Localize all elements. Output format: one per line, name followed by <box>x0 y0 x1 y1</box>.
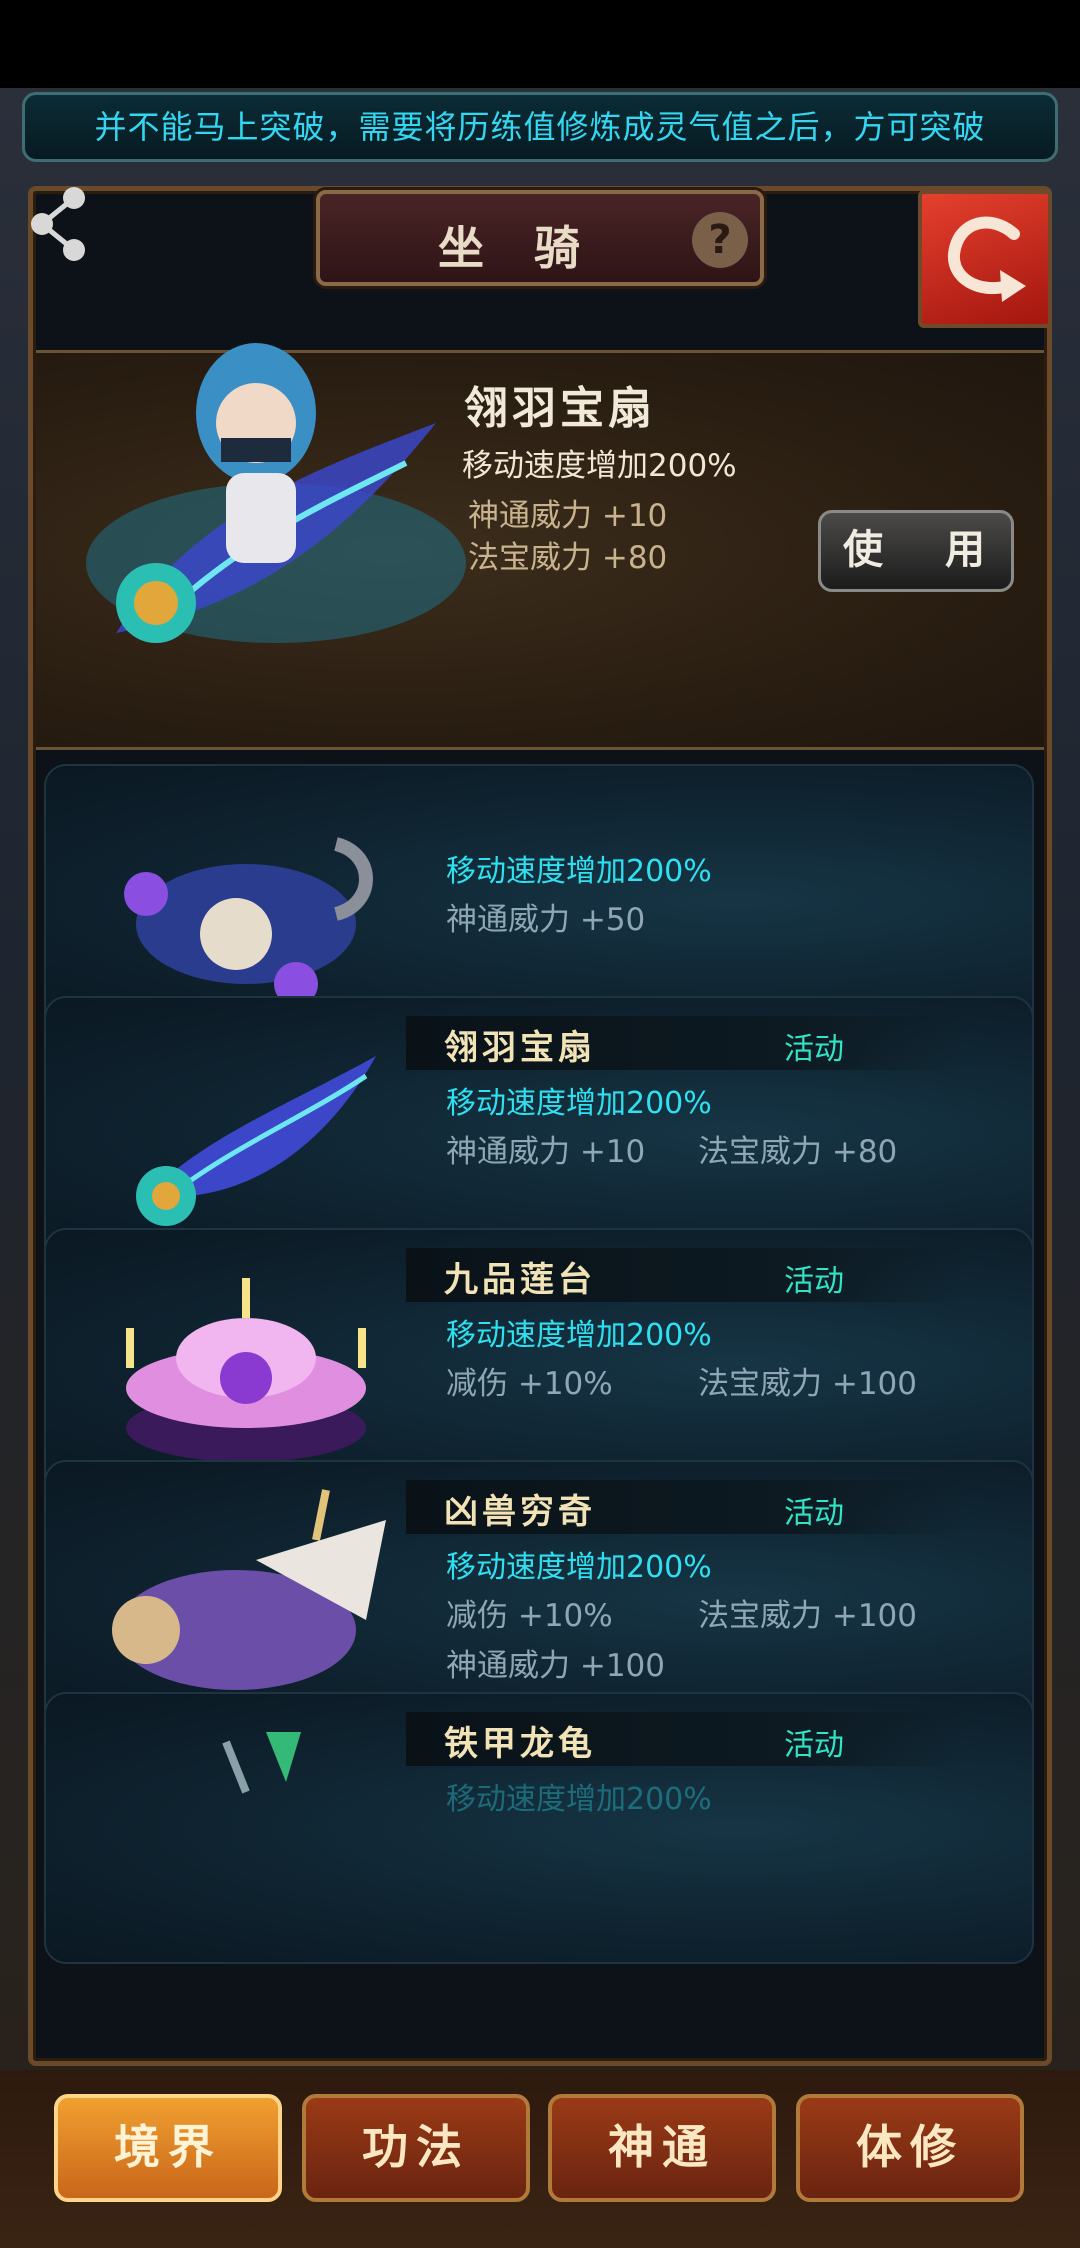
panel-title-plaque: 坐骑 ? <box>316 190 764 286</box>
back-button[interactable] <box>918 190 1052 328</box>
back-arrow-icon <box>947 216 1026 302</box>
mount-speed: 移动速度增加200% <box>446 854 712 889</box>
mount-speed: 移动速度增加200% <box>446 1318 712 1353</box>
mount-stat: 法宝威力 +100 <box>698 1366 917 1402</box>
featured-mount-name: 翎羽宝扇 <box>464 383 656 434</box>
nav-powers-button[interactable]: 神通 <box>548 2094 776 2202</box>
panel-title: 坐骑 <box>438 221 630 275</box>
featured-mount-art <box>86 343 466 643</box>
featured-stat-b: 法宝威力 +80 <box>468 540 668 576</box>
mount-speed: 移动速度增加200% <box>446 1550 712 1585</box>
nav-skills-button[interactable]: 功法 <box>302 2094 530 2202</box>
mount-name: 凶兽穷奇 <box>444 1492 596 1532</box>
help-icon[interactable]: ? <box>692 212 748 268</box>
featured-speed: 移动速度增加200% <box>462 448 737 484</box>
use-button[interactable]: 使 用 <box>818 510 1014 592</box>
mount-stat: 神通威力 +50 <box>446 902 646 938</box>
featured-stat-a: 神通威力 +10 <box>468 498 668 534</box>
mount-stat: 减伤 +10% <box>446 1598 613 1634</box>
notice-banner: 并不能马上突破，需要将历练值修炼成灵气值之后，方可突破 <box>22 92 1058 162</box>
notice-text: 并不能马上突破，需要将历练值修炼成灵气值之后，方可突破 <box>94 108 986 146</box>
mount-stat: 神通威力 +10 <box>446 1134 646 1170</box>
nav-realm-button[interactable]: 境界 <box>54 2094 282 2202</box>
share-icon[interactable] <box>26 184 96 264</box>
mount-stat: 法宝威力 +80 <box>698 1134 898 1170</box>
mount-tag: 活动 <box>784 1264 844 1299</box>
mount-stat: 法宝威力 +100 <box>698 1598 917 1634</box>
mount-art-beast <box>112 1489 386 1690</box>
mount-speed: 移动速度增加200% <box>446 1782 712 1817</box>
nav-body-training-button[interactable]: 体修 <box>796 2094 1024 2202</box>
status-bar <box>0 0 1080 88</box>
mount-list[interactable]: 移动速度增加200% 神通威力 +50 翎羽宝扇 活动 移动速度增加200% 神… <box>36 764 1044 2010</box>
mount-tag: 活动 <box>784 1496 844 1531</box>
mount-art-feather-fan <box>136 1056 376 1226</box>
mount-art-lotus <box>126 1278 366 1462</box>
mount-tag: 活动 <box>784 1032 844 1067</box>
mount-name: 翎羽宝扇 <box>444 1028 596 1068</box>
mount-tag: 活动 <box>784 1728 844 1763</box>
mount-name: 九品莲台 <box>444 1260 596 1300</box>
mount-speed: 移动速度增加200% <box>446 1086 712 1121</box>
mount-art-dragon-turtle <box>222 1732 301 1794</box>
mount-art-scorpion <box>124 837 373 1006</box>
mount-card[interactable]: 铁甲龙龟 活动 移动速度增加200% <box>44 1692 1034 1964</box>
mount-stat: 神通威力 +100 <box>446 1648 665 1684</box>
mount-stat: 减伤 +10% <box>446 1366 613 1402</box>
mount-name: 铁甲龙龟 <box>444 1724 596 1764</box>
